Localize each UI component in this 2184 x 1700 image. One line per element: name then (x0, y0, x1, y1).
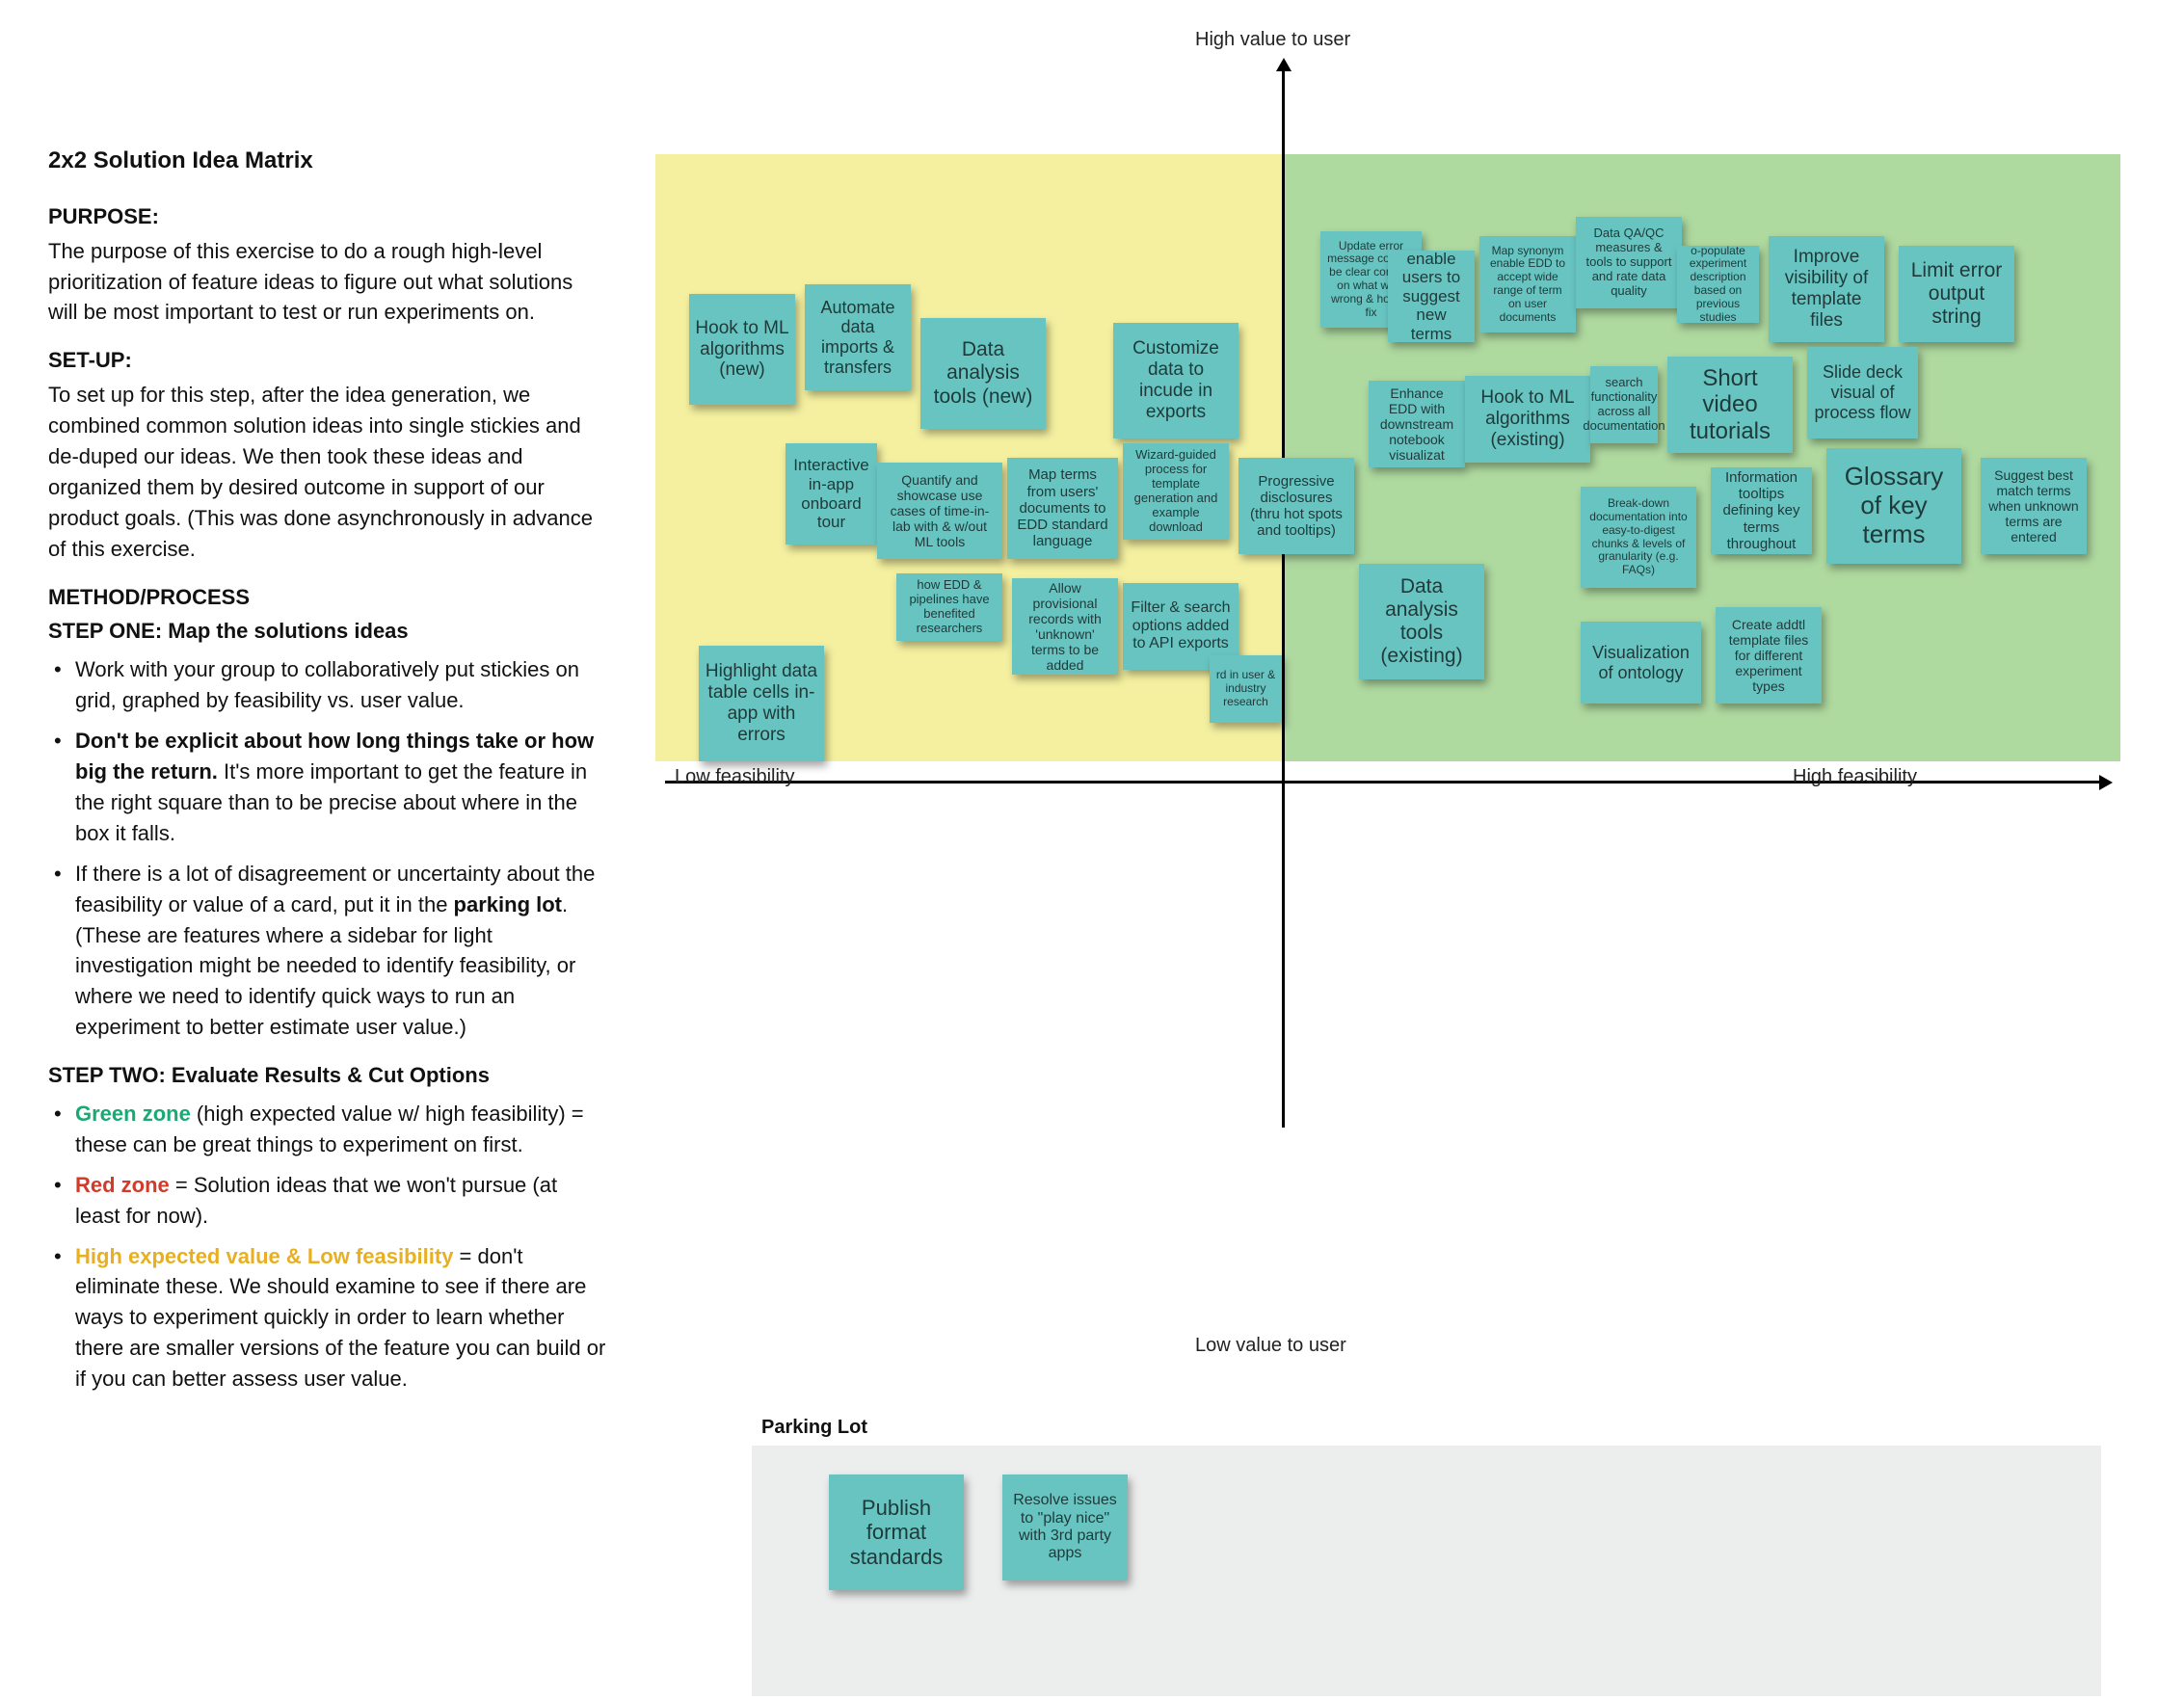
step2-heading: STEP TWO: Evaluate Results & Cut Options (48, 1063, 490, 1087)
parking-lot-title: Parking Lot (761, 1417, 867, 1439)
sticky-provisional-records[interactable]: Allow provisional records with 'unknown'… (1012, 578, 1118, 675)
sticky-suggest-match[interactable]: Suggest best match terms when unknown te… (1981, 458, 2087, 554)
step2-item-amber: High expected value & Low feasibility = … (75, 1241, 607, 1395)
sticky-hook-ml-new[interactable]: Hook to ML algorithms (new) (689, 294, 795, 405)
sticky-interactive-onboard[interactable]: Interactive in-app onboard tour (786, 443, 877, 545)
sticky-data-analysis-ex[interactable]: Data analysis tools (existing) (1359, 564, 1484, 679)
axis-label-right: High feasibility (1793, 766, 1917, 788)
sticky-user-industry[interactable]: rd in user & industry research (1210, 655, 1282, 723)
sticky-enable-suggest[interactable]: enable users to suggest new terms (1388, 251, 1475, 342)
sticky-enhance-downstream[interactable]: Enhance EDD with downstream notebook vis… (1369, 381, 1465, 467)
sticky-edd-pipelines[interactable]: how EDD & pipelines have benefited resea… (896, 573, 1002, 641)
sticky-quantify-usecases[interactable]: Quantify and showcase use cases of time-… (877, 463, 1002, 559)
sticky-publish-standards[interactable]: Publish format standards (829, 1474, 964, 1590)
setup-heading: SET-UP: (48, 345, 607, 376)
sticky-addtl-templates[interactable]: Create addtl template files for differen… (1716, 607, 1822, 704)
sticky-viz-ontology[interactable]: Visualization of ontology (1581, 622, 1701, 704)
axis-label-bottom: Low value to user (1195, 1335, 1346, 1357)
sticky-customize-exports[interactable]: Customize data to incude in exports (1113, 323, 1238, 438)
step1-item1: Work with your group to collaboratively … (75, 654, 607, 716)
sticky-populate-prev[interactable]: o-populate experiment description based … (1677, 246, 1759, 323)
sticky-highlight-cells[interactable]: Highlight data table cells in-app with e… (699, 646, 824, 761)
step2-item-green: Green zone (high expected value w/ high … (75, 1099, 607, 1160)
sticky-short-video[interactable]: Short video tutorials (1667, 357, 1793, 453)
axis-label-left: Low feasibility (675, 766, 795, 788)
instructions-sidebar: 2x2 Solution Idea Matrix PURPOSE: The pu… (48, 145, 607, 1404)
sticky-breakdown-doc[interactable]: Break-down documentation into easy-to-di… (1581, 487, 1696, 588)
step1-item3: If there is a lot of disagreement or unc… (75, 859, 607, 1043)
step1-heading: STEP ONE: Map the solutions ideas (48, 619, 409, 643)
sticky-hook-ml-existing[interactable]: Hook to ML algorithms (existing) (1465, 376, 1590, 463)
sticky-data-analysis-new[interactable]: Data analysis tools (new) (920, 318, 1046, 429)
sticky-search-all[interactable]: search functionality across all document… (1590, 366, 1658, 443)
sticky-progressive-disc[interactable]: Progressive disclosures (thru hot spots … (1238, 458, 1354, 554)
page-title: 2x2 Solution Idea Matrix (48, 145, 607, 178)
y-axis (1282, 67, 1285, 1128)
setup-text: To set up for this step, after the idea … (48, 380, 607, 564)
sticky-limit-error[interactable]: Limit error output string (1899, 246, 2014, 342)
sticky-play-nice[interactable]: Resolve issues to "play nice" with 3rd p… (1002, 1474, 1128, 1580)
matrix-canvas[interactable]: High value to user Low value to user Low… (655, 29, 2140, 1667)
sticky-info-tooltips[interactable]: Information tooltips defining key terms … (1711, 467, 1812, 554)
purpose-heading: PURPOSE: (48, 201, 607, 232)
sticky-map-terms-edd[interactable]: Map terms from users' documents to EDD s… (1007, 458, 1118, 559)
sticky-glossary[interactable]: Glossary of key terms (1826, 448, 1961, 564)
axis-label-top: High value to user (1195, 29, 1350, 51)
step2-list: Green zone (high expected value w/ high … (48, 1099, 607, 1395)
sticky-improve-template[interactable]: Improve visibility of template files (1769, 236, 1884, 342)
sticky-map-synonym[interactable]: Map synonym enable EDD to accept wide ra… (1479, 236, 1576, 332)
sticky-wizard-template[interactable]: Wizard-guided process for template gener… (1123, 443, 1229, 540)
y-axis-arrow-icon (1276, 58, 1292, 71)
x-axis-arrow-icon (2099, 775, 2113, 790)
step2-item-red: Red zone = Solution ideas that we won't … (75, 1170, 607, 1232)
sticky-data-qaqc[interactable]: Data QA/QC measures & tools to support a… (1576, 217, 1682, 308)
step1-item2: Don't be explicit about how long things … (75, 726, 607, 849)
sticky-slide-deck[interactable]: Slide deck visual of process flow (1807, 347, 1918, 438)
step1-list: Work with your group to collaboratively … (48, 654, 607, 1043)
method-heading: METHOD/PROCESS (48, 582, 607, 613)
purpose-text: The purpose of this exercise to do a rou… (48, 236, 607, 329)
sticky-automate-imports[interactable]: Automate data imports & transfers (805, 284, 911, 390)
